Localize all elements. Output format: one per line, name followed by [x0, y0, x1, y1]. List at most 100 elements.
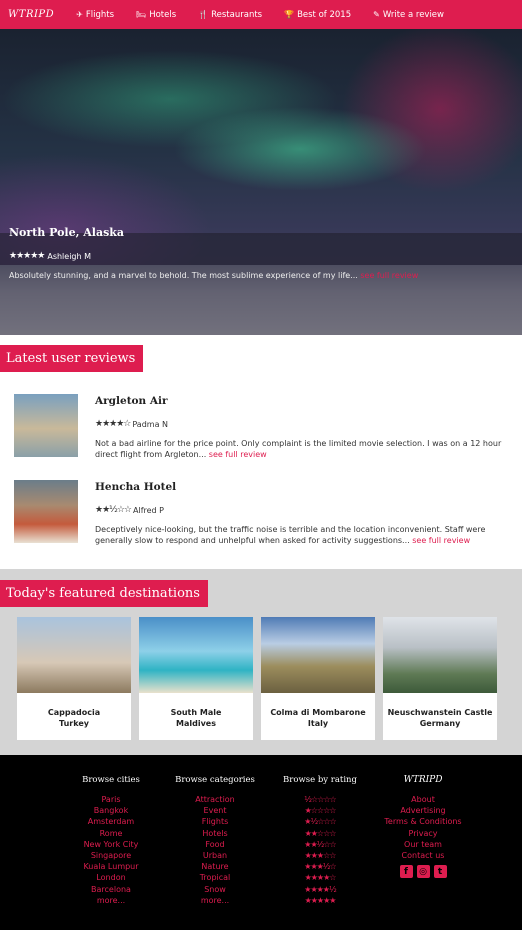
trophy-icon: 🏆	[284, 10, 295, 19]
footer-link[interactable]: more...	[76, 895, 146, 906]
nav-item-flights[interactable]: ✈ Flights	[76, 10, 114, 20]
review-author: Ashleigh M	[47, 251, 92, 261]
footer-link[interactable]: Kuala Lumpur	[76, 861, 146, 872]
footer-link[interactable]: Hotels	[170, 828, 260, 839]
destination-image	[383, 617, 497, 693]
hero-review-meta: ★★★★★ Ashleigh M	[9, 251, 91, 261]
footer-heading: Browse by rating	[283, 775, 357, 785]
footer-link[interactable]: Nature	[170, 861, 260, 872]
destination-card[interactable]: South Male Maldives	[139, 617, 253, 740]
site-logo[interactable]: WTRIPD	[8, 9, 54, 20]
rating-filter-link[interactable]: ★★★½☆	[280, 861, 360, 872]
destination-label: Colma di Mombarone Italy	[261, 707, 375, 729]
destination-country: Italy	[307, 719, 329, 728]
cutlery-icon: 🍴	[198, 10, 209, 19]
footer-link[interactable]: Flights	[170, 816, 260, 827]
facebook-icon[interactable]: f	[399, 865, 413, 879]
rating-filter-link[interactable]: ★★★☆☆	[280, 850, 360, 861]
destination-card[interactable]: Colma di Mombarone Italy	[261, 617, 375, 740]
destination-country: Maldives	[176, 719, 216, 728]
footer-logo[interactable]: WTRIPD	[378, 775, 468, 785]
section-title: Today's featured destinations	[0, 580, 208, 607]
review-author: Alfred P	[133, 505, 164, 515]
hero-banner[interactable]	[0, 29, 522, 335]
nav-label: Restaurants	[211, 9, 263, 20]
see-full-review-link[interactable]: see full review	[209, 450, 267, 459]
footer-link[interactable]: Rome	[76, 828, 146, 839]
featured-destinations-section: Today's featured destinations Cappadocia…	[0, 569, 522, 755]
star-rating-icon: ★★½☆☆	[95, 505, 132, 515]
footer-link[interactable]: Amsterdam	[76, 816, 146, 827]
footer-link[interactable]: Terms & Conditions	[378, 816, 468, 827]
nav-label: Hotels	[149, 9, 177, 20]
footer-link[interactable]: Urban	[170, 850, 260, 861]
review-excerpt: Not a bad airline for the price point. O…	[95, 439, 502, 459]
rating-filter-link[interactable]: ★★☆☆☆	[280, 828, 360, 839]
rating-filter-link[interactable]: ★★½☆☆	[280, 839, 360, 850]
star-rating-icon: ★★★★★	[9, 251, 45, 261]
footer-browse-categories: Browse categories Attraction Event Fligh…	[170, 775, 260, 906]
footer-link[interactable]: Singapore	[76, 850, 146, 861]
review-title[interactable]: Hencha Hotel	[95, 481, 176, 493]
footer-link[interactable]: Food	[170, 839, 260, 850]
destination-card[interactable]: Cappadocia Turkey	[17, 617, 131, 740]
footer-link[interactable]: Event	[170, 805, 260, 816]
rating-filter-link[interactable]: ★★★★★	[280, 895, 360, 906]
footer-link[interactable]: Attraction	[170, 794, 260, 805]
see-full-review-link[interactable]: see full review	[412, 536, 470, 545]
top-nav: WTRIPD ✈ Flights 🛏 Hotels 🍴 Restaurants …	[0, 0, 522, 29]
destination-card[interactable]: Neuschwanstein Castle Germany	[383, 617, 497, 740]
rating-filter-link[interactable]: ★☆☆☆☆	[280, 805, 360, 816]
footer-link[interactable]: Bangkok	[76, 805, 146, 816]
footer-browse-cities: Browse cities Paris Bangkok Amsterdam Ro…	[76, 775, 146, 906]
destination-image	[17, 617, 131, 693]
destination-name: Cappadocia	[47, 708, 101, 717]
review-excerpt: Absolutely stunning, and a marvel to beh…	[9, 271, 358, 280]
nav-item-write-review[interactable]: ✎ Write a review	[373, 10, 444, 20]
hero-title[interactable]: North Pole, Alaska	[9, 226, 124, 239]
rating-filter-link[interactable]: ★★★★☆	[280, 872, 360, 883]
latest-reviews-section: Latest user reviews Argleton Air ★★★★☆ P…	[0, 335, 522, 569]
footer-link[interactable]: Contact us	[378, 850, 468, 861]
footer-link[interactable]: Privacy	[378, 828, 468, 839]
footer-link[interactable]: Paris	[76, 794, 146, 805]
star-rating-icon: ★★★★☆	[95, 419, 131, 429]
footer-link[interactable]: Our team	[378, 839, 468, 850]
rating-filter-link[interactable]: ½☆☆☆☆	[280, 794, 360, 805]
section-title: Latest user reviews	[0, 345, 144, 372]
destination-cards: Cappadocia Turkey South Male Maldives Co…	[17, 617, 505, 740]
nav-item-best-of[interactable]: 🏆 Best of 2015	[284, 10, 351, 20]
destination-country: Turkey	[59, 719, 89, 728]
social-links: f ◎ t	[378, 865, 468, 879]
footer-link[interactable]: Advertising	[378, 805, 468, 816]
nav-item-hotels[interactable]: 🛏 Hotels	[136, 10, 176, 20]
footer-link[interactable]: more...	[170, 895, 260, 906]
footer-link[interactable]: New York City	[76, 839, 146, 850]
destination-name: Neuschwanstein Castle	[387, 708, 493, 717]
footer-link[interactable]: Tropical	[170, 872, 260, 883]
hero-caption-overlay	[0, 233, 522, 335]
twitter-icon[interactable]: t	[433, 865, 447, 879]
nav-label: Flights	[85, 9, 115, 20]
destination-image	[261, 617, 375, 693]
plane-icon: ✈	[76, 10, 83, 19]
instagram-icon[interactable]: ◎	[416, 865, 430, 879]
footer-link[interactable]: Snow	[170, 884, 260, 895]
hero-review-text: Absolutely stunning, and a marvel to beh…	[9, 271, 418, 280]
nav-item-restaurants[interactable]: 🍴 Restaurants	[198, 10, 262, 20]
footer-browse-rating: Browse by rating ½☆☆☆☆ ★☆☆☆☆ ★½☆☆☆ ★★☆☆☆…	[280, 775, 360, 906]
review-text: Not a bad airline for the price point. O…	[95, 438, 505, 460]
destination-name: Colma di Mombarone	[270, 708, 366, 717]
rating-filter-link[interactable]: ★★★★½	[280, 884, 360, 895]
review-author: Padma N	[132, 419, 169, 429]
review-thumbnail[interactable]	[14, 480, 78, 543]
rating-filter-link[interactable]: ★½☆☆☆	[280, 816, 360, 827]
footer-link[interactable]: Barcelona	[76, 884, 146, 895]
destination-image	[139, 617, 253, 693]
footer-link[interactable]: About	[378, 794, 468, 805]
review-meta: ★★★★☆ Padma N	[95, 419, 168, 429]
see-full-review-link[interactable]: see full review	[360, 271, 418, 280]
review-title[interactable]: Argleton Air	[95, 395, 168, 407]
footer-link[interactable]: London	[76, 872, 146, 883]
review-thumbnail[interactable]	[14, 394, 78, 457]
